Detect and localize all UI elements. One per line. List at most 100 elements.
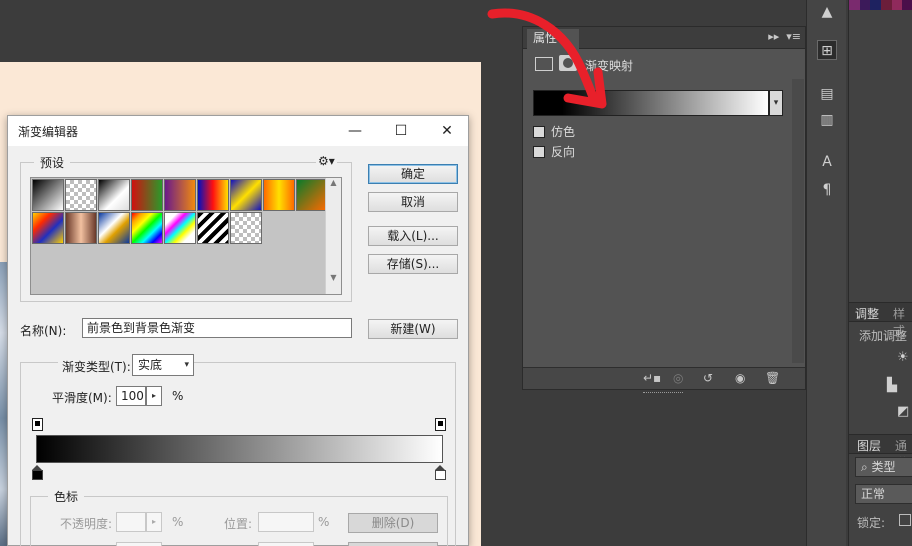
preset-swatch[interactable] [164, 179, 196, 211]
preset-swatch[interactable] [98, 212, 130, 244]
opacity-stop-left[interactable] [32, 418, 43, 431]
brightness-icon[interactable]: ☀ [897, 350, 909, 365]
panel-resize-grip[interactable] [643, 392, 683, 395]
presets-label: 预设 [34, 154, 71, 171]
preset-swatch[interactable] [296, 179, 328, 211]
levels-icon[interactable]: ▙ [887, 378, 897, 393]
gradient-dropdown-icon[interactable]: ▾ [769, 90, 783, 116]
opacity-stepper[interactable]: ▸ [146, 512, 162, 532]
properties-bottom-toolbar: ↵▪ ◎ ↺ ◉ 🗑 [523, 367, 805, 389]
preset-swatch[interactable] [32, 179, 64, 211]
chevron-down-icon: ▾ [184, 360, 189, 370]
properties-panel: 属性 ▸▸ ▾≡ 渐变映射 ▾ 仿色 反向 ↵▪ ◎ ↺ ◉ 🗑 [522, 26, 806, 393]
character-icon[interactable]: A [817, 152, 837, 172]
delete-color-button[interactable] [348, 542, 438, 546]
dither-checkbox-box[interactable] [533, 125, 545, 138]
opacity-stop-right[interactable] [435, 418, 446, 431]
properties-tabbar: 属性 ▸▸ ▾≡ [523, 27, 805, 49]
preset-swatch[interactable] [263, 179, 295, 211]
add-adjustment-label: 添加调整 [859, 329, 908, 343]
color-swatch-field[interactable] [116, 542, 162, 546]
gradient-type-value: 实底 [138, 358, 163, 372]
presets-scrollbar[interactable]: ▲ ▼ [325, 178, 341, 294]
properties-icon[interactable]: ⊞ [817, 40, 837, 60]
smoothness-stepper[interactable]: ▸ [146, 386, 162, 406]
preset-swatch[interactable] [98, 179, 130, 211]
smoothness-percent: % [172, 389, 184, 403]
cancel-button[interactable]: 取消 [368, 192, 458, 212]
preset-swatch[interactable] [65, 212, 97, 244]
layers-tabbar: 图层 通道 [849, 434, 912, 470]
paragraph-icon[interactable]: ¶ [817, 180, 837, 200]
color-location-field[interactable] [258, 542, 314, 546]
gradient-map-adjustment-icon[interactable] [535, 57, 553, 71]
gradient-name-input[interactable]: 前景色到背景色渐变 [82, 318, 352, 338]
preset-swatch[interactable] [197, 179, 229, 211]
lock-transparency-icon[interactable] [899, 514, 911, 526]
histogram-icon[interactable]: ▲ [817, 2, 837, 22]
opacity-percent: % [172, 515, 184, 529]
preset-swatch[interactable] [164, 212, 196, 244]
adjustment-title: 渐变映射 [585, 59, 634, 73]
gradient-bar[interactable] [36, 435, 443, 463]
gradient-map-preview[interactable] [533, 90, 769, 116]
reverse-checkbox[interactable]: 反向 [533, 143, 575, 160]
gradient-type-select[interactable]: 实底 ▾ [132, 354, 194, 376]
smoothness-input[interactable]: 100 [116, 386, 146, 406]
color-stops-label: 色标 [48, 488, 85, 505]
color-stop-left[interactable] [32, 465, 43, 480]
layer-filter-input[interactable]: ⌕ 类型 [855, 457, 912, 477]
reset-icon[interactable]: ↺ [703, 371, 713, 385]
preset-swatch[interactable] [131, 179, 163, 211]
blend-mode-select[interactable]: 正常 [855, 484, 912, 504]
gradient-editor-dialog: 渐变编辑器 — ☐ ✕ 预设 ⚙▾ ▲ ▼ 确定 取消 载入(L)... 存储(S… [7, 115, 469, 546]
preset-swatch[interactable] [32, 212, 64, 244]
tab-properties[interactable]: 属性 [527, 29, 580, 49]
ok-button[interactable]: 确定 [368, 164, 458, 184]
preset-swatch[interactable] [230, 179, 262, 211]
reverse-checkbox-box[interactable] [533, 145, 545, 158]
preset-swatch[interactable] [65, 179, 97, 211]
notes-icon[interactable]: ▤ [817, 84, 837, 104]
delete-trash-icon[interactable]: 🗑 [765, 371, 780, 385]
location-input[interactable] [258, 512, 314, 532]
curves-icon[interactable]: ◩ [897, 404, 909, 419]
reverse-label: 反向 [551, 145, 576, 159]
swatches-row[interactable] [849, 0, 912, 20]
layer-filter-type: 类型 [871, 460, 896, 474]
dither-checkbox[interactable]: 仿色 [533, 123, 575, 140]
info-icon[interactable]: ▥ [817, 110, 837, 130]
panel-icon-strip: ▲ ⊞ ▤ ▥ A ¶ [806, 0, 846, 546]
visibility-eye-icon[interactable]: ◉ [735, 371, 745, 385]
preset-swatch[interactable] [230, 212, 262, 244]
save-button[interactable]: 存储(S)... [368, 254, 458, 274]
color-stop-right[interactable] [435, 465, 446, 480]
presets-gear-icon[interactable]: ⚙▾ [316, 154, 337, 168]
load-button[interactable]: 载入(L)... [368, 226, 458, 246]
panel-collapse-menu-icon[interactable]: ▸▸ ▾≡ [768, 30, 801, 43]
clip-to-layer-icon[interactable]: ↵▪ [643, 371, 661, 385]
maximize-icon[interactable]: ☐ [388, 120, 414, 142]
right-panel-column: 调整 样式 添加调整 ☀ ▙ ◩ 图层 通道 ⌕ 类型 正常 锁定: [848, 0, 912, 546]
preset-swatch[interactable] [197, 212, 229, 244]
opacity-input[interactable] [116, 512, 146, 532]
close-icon[interactable]: ✕ [434, 120, 460, 142]
tab-layers[interactable]: 图层 [857, 437, 881, 454]
dialog-title: 渐变编辑器 [18, 125, 79, 139]
tab-adjustments[interactable]: 调整 [855, 305, 879, 322]
gradient-type-label: 渐变类型(T): [58, 358, 135, 375]
location-percent: % [318, 515, 330, 529]
layer-mask-icon[interactable] [559, 55, 577, 71]
preset-swatch[interactable] [131, 212, 163, 244]
smoothness-label: 平滑度(M): [52, 391, 112, 405]
properties-scrollbar[interactable] [792, 79, 804, 363]
location-label: 位置: [224, 517, 253, 531]
name-label: 名称(N): [20, 324, 67, 338]
new-button[interactable]: 新建(W) [368, 319, 458, 339]
view-previous-icon[interactable]: ◎ [673, 371, 683, 385]
delete-button[interactable]: 删除(D) [348, 513, 438, 533]
minimize-icon[interactable]: — [342, 120, 368, 142]
dialog-titlebar[interactable]: 渐变编辑器 — ☐ ✕ [8, 116, 468, 146]
dither-label: 仿色 [551, 125, 576, 139]
opacity-label: 不透明度: [60, 517, 113, 531]
